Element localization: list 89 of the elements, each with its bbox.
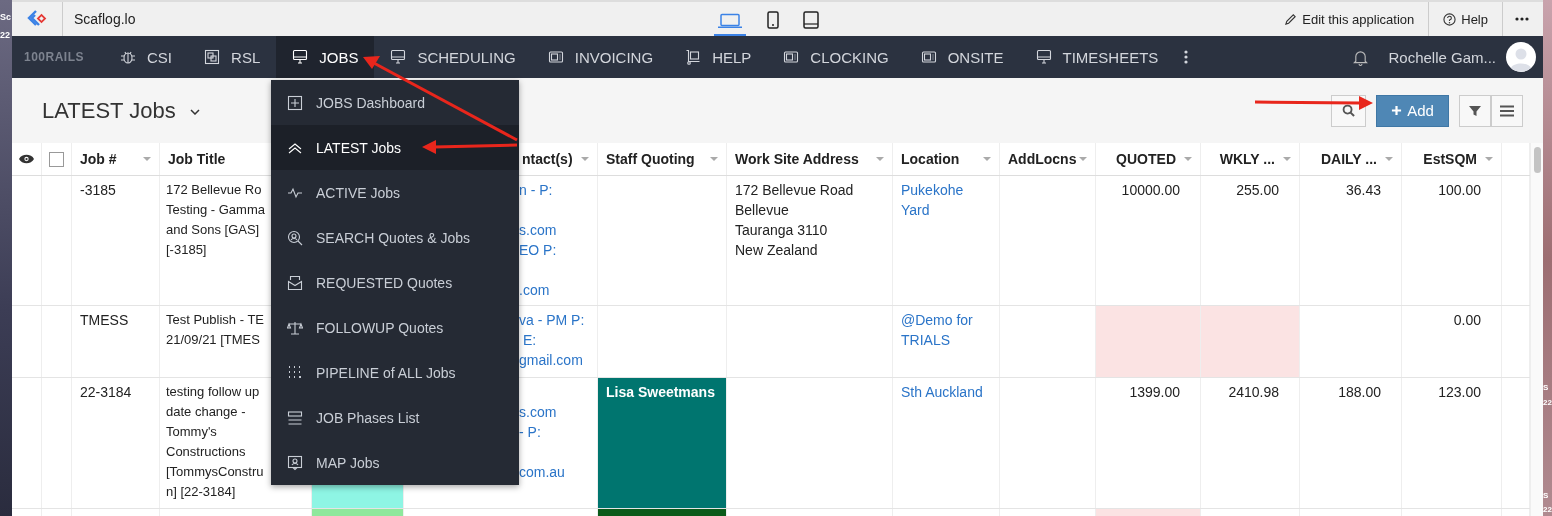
card-icon[interactable] [783, 49, 800, 65]
card-icon[interactable] [920, 49, 937, 65]
location-link[interactable]: @Demo for TRIALS [893, 306, 999, 350]
monitor-icon[interactable] [1035, 49, 1052, 65]
select-all-checkbox[interactable] [49, 151, 64, 167]
menu-item[interactable]: MAP Jobs [271, 440, 519, 485]
plus-icon[interactable] [1391, 105, 1403, 116]
bug-icon[interactable] [120, 49, 137, 65]
number-cell-text: 123.00 [1437, 383, 1482, 402]
desktop-label: Sc [0, 11, 12, 24]
chevron-down-icon[interactable] [189, 109, 200, 115]
number-cell-text: 1399.00 [1128, 383, 1181, 402]
location-link[interactable]: Pukekohe Yard [893, 176, 999, 220]
pencil-icon[interactable] [1284, 12, 1298, 26]
scale-icon[interactable] [287, 319, 303, 336]
nav-tab[interactable]: ONSITE [904, 36, 1020, 78]
number-cell-text: 36.43 [1344, 181, 1382, 200]
avatar-icon[interactable] [1506, 42, 1536, 72]
page-title[interactable]: LATEST Jobs [42, 97, 176, 124]
list-icon[interactable] [287, 409, 303, 426]
number-cell-text: 0.00 [1452, 311, 1482, 330]
job-number: TMESS [79, 311, 130, 330]
menu-item[interactable]: SEARCH Quotes & Jobs [271, 215, 519, 260]
nav-tab[interactable]: CLOCKING [767, 36, 905, 78]
monitor-icon[interactable] [390, 49, 407, 65]
job-title: testing follow up date change - Tommy's Constructions [TommysConstru n] [22-3184] [165, 383, 264, 501]
bell-icon[interactable] [1353, 48, 1369, 66]
menu-item[interactable]: JOBS Dashboard [271, 80, 519, 125]
card-icon[interactable] [547, 49, 564, 65]
more-icon[interactable] [1184, 50, 1189, 64]
column-header[interactable]: AddLocns [1008, 151, 1077, 167]
number-cell-text: 255.00 [1235, 181, 1280, 200]
menu-item[interactable]: LATEST Jobs [271, 125, 519, 170]
menu-icon[interactable] [1500, 104, 1514, 117]
location-link[interactable]: Sth Auckland [893, 378, 999, 402]
column-header[interactable]: Job # [80, 151, 117, 167]
search-person-icon[interactable] [287, 229, 303, 246]
nav-tab[interactable]: RSL [188, 36, 277, 78]
column-header[interactable]: WKLY ... [1219, 151, 1275, 167]
staff-name: Lisa Sweetmans [605, 383, 716, 402]
job-title: 172 Bellevue Ro Testing - Gamma and Sons [GAS] [-3185] [165, 181, 265, 259]
menu-item[interactable]: FOLLOWUP Quotes [271, 305, 519, 350]
menu-item[interactable]: PIPELINE of ALL Jobs [271, 350, 519, 395]
job-number: 22-3184 [79, 383, 133, 402]
column-header[interactable]: Staff Quoting [606, 151, 695, 167]
add-button[interactable]: Add [1376, 94, 1449, 127]
desktop-label: 22 [1543, 504, 1552, 516]
column-header[interactable]: DAILY ... [1320, 151, 1377, 167]
nav-tab[interactable]: HELP [669, 36, 768, 78]
number-cell-text: 2410.98 [1227, 383, 1280, 402]
user-name[interactable]: Rochelle Gam... [1388, 48, 1496, 66]
search-icon[interactable] [1342, 104, 1355, 117]
desktop-label: S [1543, 490, 1549, 502]
job-number: -3185 [79, 181, 117, 200]
scrollbar[interactable] [1530, 143, 1543, 516]
desktop-label: S [1543, 382, 1549, 394]
column-header[interactable]: EstSQM [1423, 151, 1477, 167]
desktop-label: 22 [1543, 397, 1552, 409]
number-cell-text: 10000.00 [1120, 181, 1181, 200]
number-cell-text: 188.00 [1337, 383, 1382, 402]
number-cell-text: 100.00 [1437, 181, 1482, 200]
squares-icon[interactable] [204, 49, 221, 65]
desktop-label: 22 [0, 29, 11, 42]
nav-tab[interactable]: CSI [104, 36, 189, 78]
column-header[interactable]: Work Site Address [735, 151, 859, 167]
menu-item[interactable]: JOB Phases List [271, 395, 519, 440]
filter-button[interactable] [1459, 94, 1491, 127]
eye-icon[interactable] [19, 154, 34, 164]
menu-button[interactable] [1491, 94, 1523, 127]
menu-item[interactable]: REQUESTED Quotes [271, 260, 519, 305]
cart-icon[interactable] [685, 49, 702, 65]
nav-tab[interactable]: JOBS [276, 36, 375, 78]
filter-icon[interactable] [1469, 104, 1481, 117]
job-title: Test Publish - TE 21/09/21 [TMES [165, 311, 265, 349]
nav-tab[interactable]: SCHEDULING [374, 36, 532, 78]
column-header[interactable]: QUOTED [1116, 151, 1176, 167]
envelope-icon[interactable] [287, 274, 303, 291]
address-text: 172 Bellevue Road Bellevue Tauranga 3110 New Zealand [734, 181, 855, 260]
nav-tab[interactable]: INVOICING [531, 36, 670, 78]
column-header[interactable]: ntact(s) [522, 151, 573, 167]
column-header[interactable]: Location [901, 151, 960, 167]
menu-item[interactable]: ACTIVE Jobs [271, 170, 519, 215]
plus-box-icon[interactable] [287, 94, 303, 111]
more-icon[interactable] [1515, 17, 1529, 21]
help-icon[interactable] [1443, 12, 1457, 26]
monitor-icon[interactable] [292, 49, 309, 65]
grid-icon[interactable] [287, 364, 303, 381]
column-header[interactable]: Job Title [168, 151, 226, 167]
nav-tab[interactable]: TIMESHEETS [1019, 36, 1175, 78]
